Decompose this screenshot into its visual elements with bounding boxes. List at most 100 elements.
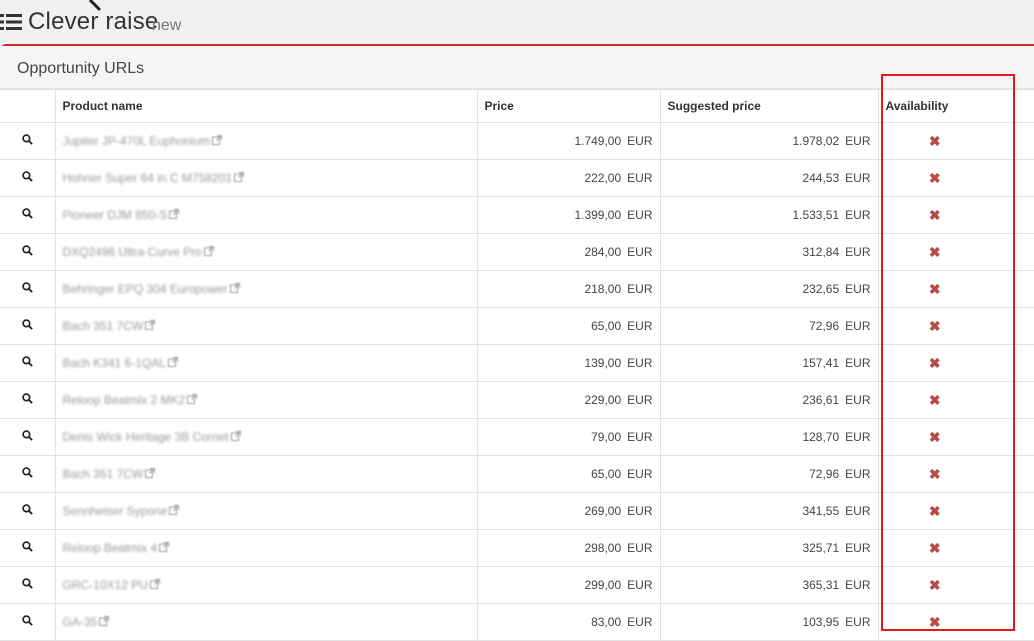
availability-cell: ✖: [877, 270, 1034, 308]
external-link-icon[interactable]: [169, 208, 180, 222]
product-name-cell: Bach 351 7CW: [54, 307, 478, 345]
search-icon[interactable]: [22, 615, 33, 629]
product-link[interactable]: Reloop Beatmix 4: [63, 541, 158, 555]
product-name-cell: GRC-10X12 PU: [54, 566, 478, 604]
product-link[interactable]: Bach 351 7CW: [63, 467, 144, 481]
external-link-icon[interactable]: [233, 171, 244, 185]
search-icon[interactable]: [22, 578, 33, 592]
product-name-cell: Reloop Beatmix 4: [54, 529, 478, 567]
search-icon[interactable]: [22, 504, 33, 518]
suggested-price-cell: 72,96 EUR: [659, 307, 879, 345]
product-link[interactable]: Hohner Super 64 in C M758201: [63, 171, 232, 185]
table-row: Sennheiser Sypone 269,00 EUR 341,55 EUR ✖: [0, 492, 1034, 530]
column-header-suggested-price[interactable]: Suggested price: [659, 89, 879, 123]
external-link-icon[interactable]: [167, 356, 178, 370]
table-row: Bach 351 7CW 65,00 EUR 72,96 EUR ✖: [0, 455, 1034, 493]
product-name-cell: Behringer EPQ 304 Europower: [54, 270, 478, 308]
suggested-price-currency: EUR: [845, 430, 871, 444]
search-icon[interactable]: [22, 393, 33, 407]
external-link-icon[interactable]: [203, 245, 214, 259]
price-cell: 65,00 EUR: [476, 307, 661, 345]
product-name-cell: Reloop Beatmix 2 MK2: [54, 381, 478, 419]
price-value: 139,00: [584, 356, 622, 370]
availability-cell: ✖: [877, 418, 1034, 456]
suggested-price-currency: EUR: [845, 282, 871, 296]
external-link-icon[interactable]: [145, 319, 156, 333]
product-link[interactable]: Behringer EPQ 304 Europower: [63, 282, 228, 296]
search-icon[interactable]: [22, 134, 33, 148]
product-link[interactable]: Reloop Beatmix 2 MK2: [63, 393, 186, 407]
column-header-product-name[interactable]: Product name: [54, 89, 478, 123]
external-link-icon[interactable]: [169, 504, 180, 518]
external-link-icon[interactable]: [230, 430, 241, 444]
unavailable-icon: ✖: [928, 465, 941, 482]
product-link[interactable]: Pioneer DJM 850-S: [63, 208, 168, 222]
table-body: Jupiter JP-470L Euphonium 1.749,00 EUR 1.97…: [0, 122, 1034, 641]
price-value: 299,00: [584, 578, 622, 592]
table-row: Bach 351 7CW 65,00 EUR 72,96 EUR ✖: [0, 307, 1034, 345]
panel-title: Opportunity URLs: [17, 60, 145, 77]
suggested-price-currency: EUR: [845, 171, 871, 185]
search-icon[interactable]: [22, 208, 33, 222]
price-value: 79,00: [591, 430, 622, 444]
search-cell: [0, 418, 56, 456]
product-link[interactable]: GRC-10X12 PU: [63, 578, 148, 592]
suggested-price-value: 244,53: [802, 171, 840, 185]
availability-cell: ✖: [877, 307, 1034, 345]
panel-heading: Opportunity URLs: [0, 46, 1034, 89]
table-row: Behringer EPQ 304 Europower 218,00 EUR 232,…: [0, 270, 1034, 308]
unavailable-icon: ✖: [928, 132, 941, 149]
search-icon[interactable]: [22, 171, 33, 185]
unavailable-icon: ✖: [928, 317, 941, 334]
suggested-price-currency: EUR: [845, 393, 871, 407]
suggested-price-cell: 1.978,02 EUR: [659, 122, 879, 160]
search-icon[interactable]: [22, 467, 33, 481]
table-row: Reloop Beatmix 4 298,00 EUR 325,71 EUR ✖: [0, 529, 1034, 567]
column-header-price[interactable]: Price: [476, 89, 661, 123]
table-row: Pioneer DJM 850-S 1.399,00 EUR 1.533,51 EUR ✖: [0, 196, 1034, 234]
product-link[interactable]: Sennheiser Sypone: [63, 504, 168, 518]
table-row: DXQ2496 Ultra-Curve Pro 284,00 EUR 312,84 EU…: [0, 233, 1034, 271]
product-link[interactable]: Denis Wick Heritage 3B Cornet: [63, 430, 229, 444]
product-link[interactable]: Bach K341 6-1QAL: [63, 356, 166, 370]
search-cell: [0, 196, 56, 234]
search-icon[interactable]: [22, 541, 33, 555]
product-link[interactable]: GA-35: [63, 615, 98, 629]
search-icon[interactable]: [22, 430, 33, 444]
search-cell: [0, 529, 56, 567]
external-link-icon[interactable]: [187, 393, 198, 407]
price-value: 284,00: [584, 245, 622, 259]
availability-cell: ✖: [877, 566, 1034, 604]
suggested-price-cell: 341,55 EUR: [659, 492, 879, 530]
product-link[interactable]: Jupiter JP-470L Euphonium: [63, 134, 211, 148]
page-title: Clever raise: [28, 8, 159, 35]
suggested-price-cell: 1.533,51 EUR: [659, 196, 879, 234]
unavailable-icon: ✖: [928, 428, 941, 445]
unavailable-icon: ✖: [928, 243, 941, 260]
suggested-price-value: 312,84: [802, 245, 840, 259]
suggested-price-currency: EUR: [845, 319, 871, 333]
column-header-availability[interactable]: Availability: [877, 89, 1034, 123]
price-value: 1.399,00: [574, 208, 622, 222]
availability-cell: ✖: [877, 603, 1034, 641]
external-link-icon[interactable]: [212, 134, 223, 148]
external-link-icon[interactable]: [159, 541, 170, 555]
product-link[interactable]: Bach 351 7CW: [63, 319, 144, 333]
price-cell: 299,00 EUR: [476, 566, 661, 604]
external-link-icon[interactable]: [145, 467, 156, 481]
suggested-price-cell: 244,53 EUR: [659, 159, 879, 197]
price-cell: 222,00 EUR: [476, 159, 661, 197]
search-icon[interactable]: [22, 319, 33, 333]
search-icon[interactable]: [22, 245, 33, 259]
availability-cell: ✖: [877, 122, 1034, 160]
opportunity-panel: Opportunity URLs Product name Price Sugg…: [0, 44, 1034, 641]
price-cell: 139,00 EUR: [476, 344, 661, 382]
page-subtitle: new: [152, 17, 182, 34]
suggested-price-cell: 232,65 EUR: [659, 270, 879, 308]
external-link-icon[interactable]: [99, 615, 110, 629]
external-link-icon[interactable]: [229, 282, 240, 296]
product-link[interactable]: DXQ2496 Ultra-Curve Pro: [63, 245, 202, 259]
external-link-icon[interactable]: [149, 578, 160, 592]
search-icon[interactable]: [22, 282, 33, 296]
search-icon[interactable]: [22, 356, 33, 370]
